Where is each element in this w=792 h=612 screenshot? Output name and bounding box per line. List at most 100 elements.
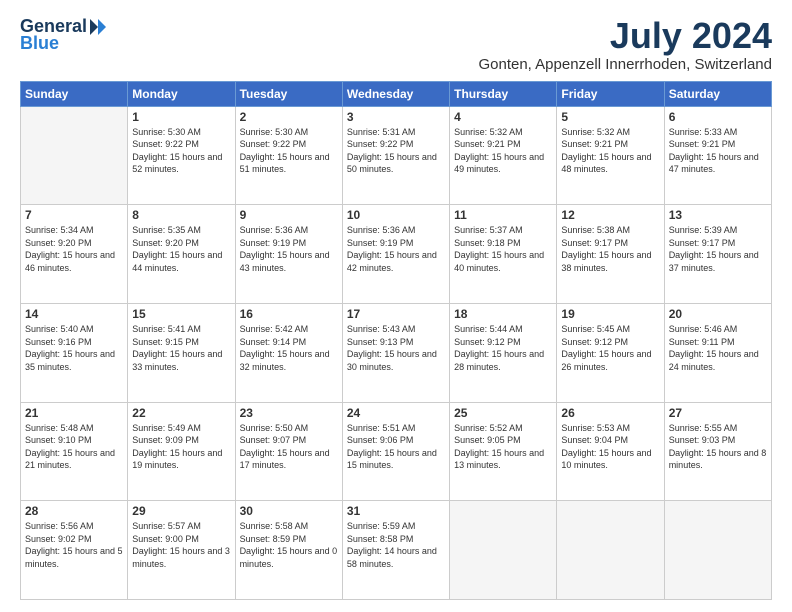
calendar-cell: 20 Sunrise: 5:46 AMSunset: 9:11 PMDayligh…: [664, 303, 771, 402]
day-info: Sunrise: 5:49 AMSunset: 9:09 PMDaylight:…: [132, 422, 230, 472]
calendar-cell: 25 Sunrise: 5:52 AMSunset: 9:05 PMDayligh…: [450, 402, 557, 501]
day-info: Sunrise: 5:36 AMSunset: 9:19 PMDaylight:…: [240, 224, 338, 274]
day-number: 22: [132, 406, 230, 420]
calendar-cell: 13 Sunrise: 5:39 AMSunset: 9:17 PMDayligh…: [664, 205, 771, 304]
calendar-cell: 15 Sunrise: 5:41 AMSunset: 9:15 PMDayligh…: [128, 303, 235, 402]
day-info: Sunrise: 5:39 AMSunset: 9:17 PMDaylight:…: [669, 224, 767, 274]
day-info: Sunrise: 5:56 AMSunset: 9:02 PMDaylight:…: [25, 520, 123, 570]
calendar-week-4: 21 Sunrise: 5:48 AMSunset: 9:10 PMDayligh…: [21, 402, 772, 501]
day-info: Sunrise: 5:34 AMSunset: 9:20 PMDaylight:…: [25, 224, 123, 274]
month-title: July 2024: [478, 16, 772, 56]
calendar-week-5: 28 Sunrise: 5:56 AMSunset: 9:02 PMDayligh…: [21, 501, 772, 600]
day-info: Sunrise: 5:30 AMSunset: 9:22 PMDaylight:…: [240, 126, 338, 176]
calendar-cell: [450, 501, 557, 600]
day-number: 20: [669, 307, 767, 321]
calendar-cell: 29 Sunrise: 5:57 AMSunset: 9:00 PMDayligh…: [128, 501, 235, 600]
day-number: 9: [240, 208, 338, 222]
day-info: Sunrise: 5:38 AMSunset: 9:17 PMDaylight:…: [561, 224, 659, 274]
calendar-cell: 26Sunrise: 5:53 AMSunset: 9:04 PMDayligh…: [557, 402, 664, 501]
day-info: Sunrise: 5:44 AMSunset: 9:12 PMDaylight:…: [454, 323, 552, 373]
day-number: 18: [454, 307, 552, 321]
day-number: 16: [240, 307, 338, 321]
weekday-header-thursday: Thursday: [450, 81, 557, 106]
day-number: 24: [347, 406, 445, 420]
day-number: 23: [240, 406, 338, 420]
day-info: Sunrise: 5:42 AMSunset: 9:14 PMDaylight:…: [240, 323, 338, 373]
day-info: Sunrise: 5:31 AMSunset: 9:22 PMDaylight:…: [347, 126, 445, 176]
calendar-cell: 16 Sunrise: 5:42 AMSunset: 9:14 PMDayligh…: [235, 303, 342, 402]
day-number: 30: [240, 504, 338, 518]
calendar-cell: 19Sunrise: 5:45 AMSunset: 9:12 PMDayligh…: [557, 303, 664, 402]
calendar-cell: 2 Sunrise: 5:30 AMSunset: 9:22 PMDaylight…: [235, 106, 342, 205]
day-info: Sunrise: 5:35 AMSunset: 9:20 PMDaylight:…: [132, 224, 230, 274]
calendar-cell: 6Sunrise: 5:33 AMSunset: 9:21 PMDaylight…: [664, 106, 771, 205]
day-number: 14: [25, 307, 123, 321]
calendar-cell: 5 Sunrise: 5:32 AMSunset: 9:21 PMDaylight…: [557, 106, 664, 205]
day-number: 1: [132, 110, 230, 124]
calendar-cell: 31 Sunrise: 5:59 AMSunset: 8:58 PMDayligh…: [342, 501, 449, 600]
day-number: 29: [132, 504, 230, 518]
calendar-cell: 4Sunrise: 5:32 AMSunset: 9:21 PMDaylight…: [450, 106, 557, 205]
day-info: Sunrise: 5:46 AMSunset: 9:11 PMDaylight:…: [669, 323, 767, 373]
calendar-cell: 11 Sunrise: 5:37 AMSunset: 9:18 PMDayligh…: [450, 205, 557, 304]
day-number: 2: [240, 110, 338, 124]
day-number: 13: [669, 208, 767, 222]
calendar-cell: 28 Sunrise: 5:56 AMSunset: 9:02 PMDayligh…: [21, 501, 128, 600]
day-info: Sunrise: 5:32 AMSunset: 9:21 PMDaylight:…: [561, 126, 659, 176]
day-info: Sunrise: 5:37 AMSunset: 9:18 PMDaylight:…: [454, 224, 552, 274]
calendar-cell: 12 Sunrise: 5:38 AMSunset: 9:17 PMDayligh…: [557, 205, 664, 304]
day-number: 11: [454, 208, 552, 222]
calendar-cell: 17 Sunrise: 5:43 AMSunset: 9:13 PMDayligh…: [342, 303, 449, 402]
weekday-header-tuesday: Tuesday: [235, 81, 342, 106]
calendar-cell: 1 Sunrise: 5:30 AMSunset: 9:22 PMDaylight…: [128, 106, 235, 205]
day-info: Sunrise: 5:51 AMSunset: 9:06 PMDaylight:…: [347, 422, 445, 472]
calendar-cell: 9 Sunrise: 5:36 AMSunset: 9:19 PMDaylight…: [235, 205, 342, 304]
calendar-cell: 7 Sunrise: 5:34 AMSunset: 9:20 PMDaylight…: [21, 205, 128, 304]
header: General Blue July 2024 Gonten, Appenzell…: [20, 16, 772, 73]
logo-blue: Blue: [20, 33, 59, 54]
day-number: 7: [25, 208, 123, 222]
day-info: Sunrise: 5:55 AMSunset: 9:03 PMDaylight:…: [669, 422, 767, 472]
day-number: 5: [561, 110, 659, 124]
day-info: Sunrise: 5:36 AMSunset: 9:19 PMDaylight:…: [347, 224, 445, 274]
day-number: 3: [347, 110, 445, 124]
day-number: 19: [561, 307, 659, 321]
day-number: 31: [347, 504, 445, 518]
day-number: 21: [25, 406, 123, 420]
calendar-cell: 14 Sunrise: 5:40 AMSunset: 9:16 PMDayligh…: [21, 303, 128, 402]
day-info: Sunrise: 5:30 AMSunset: 9:22 PMDaylight:…: [132, 126, 230, 176]
weekday-header-friday: Friday: [557, 81, 664, 106]
logo-flag-icon: [89, 18, 107, 36]
calendar-cell: 30Sunrise: 5:58 AMSunset: 8:59 PMDayligh…: [235, 501, 342, 600]
day-info: Sunrise: 5:32 AMSunset: 9:21 PMDaylight:…: [454, 126, 552, 176]
day-info: Sunrise: 5:52 AMSunset: 9:05 PMDaylight:…: [454, 422, 552, 472]
day-number: 26: [561, 406, 659, 420]
calendar-cell: 8 Sunrise: 5:35 AMSunset: 9:20 PMDaylight…: [128, 205, 235, 304]
day-number: 12: [561, 208, 659, 222]
calendar-cell: 21 Sunrise: 5:48 AMSunset: 9:10 PMDayligh…: [21, 402, 128, 501]
calendar-cell: [21, 106, 128, 205]
calendar-cell: 10 Sunrise: 5:36 AMSunset: 9:19 PMDayligh…: [342, 205, 449, 304]
calendar-week-2: 7 Sunrise: 5:34 AMSunset: 9:20 PMDaylight…: [21, 205, 772, 304]
calendar-cell: 22 Sunrise: 5:49 AMSunset: 9:09 PMDayligh…: [128, 402, 235, 501]
day-number: 25: [454, 406, 552, 420]
calendar-cell: [664, 501, 771, 600]
day-number: 8: [132, 208, 230, 222]
calendar-cell: 27 Sunrise: 5:55 AMSunset: 9:03 PMDayligh…: [664, 402, 771, 501]
calendar-cell: 3 Sunrise: 5:31 AMSunset: 9:22 PMDaylight…: [342, 106, 449, 205]
calendar-week-1: 1 Sunrise: 5:30 AMSunset: 9:22 PMDaylight…: [21, 106, 772, 205]
day-number: 15: [132, 307, 230, 321]
day-info: Sunrise: 5:48 AMSunset: 9:10 PMDaylight:…: [25, 422, 123, 472]
day-number: 10: [347, 208, 445, 222]
weekday-header-wednesday: Wednesday: [342, 81, 449, 106]
day-number: 17: [347, 307, 445, 321]
day-info: Sunrise: 5:57 AMSunset: 9:00 PMDaylight:…: [132, 520, 230, 570]
day-info: Sunrise: 5:40 AMSunset: 9:16 PMDaylight:…: [25, 323, 123, 373]
day-info: Sunrise: 5:59 AMSunset: 8:58 PMDaylight:…: [347, 520, 445, 570]
day-number: 28: [25, 504, 123, 518]
day-info: Sunrise: 5:41 AMSunset: 9:15 PMDaylight:…: [132, 323, 230, 373]
day-number: 27: [669, 406, 767, 420]
title-block: July 2024 Gonten, Appenzell Innerrhoden,…: [478, 16, 772, 73]
weekday-header-monday: Monday: [128, 81, 235, 106]
day-info: Sunrise: 5:43 AMSunset: 9:13 PMDaylight:…: [347, 323, 445, 373]
